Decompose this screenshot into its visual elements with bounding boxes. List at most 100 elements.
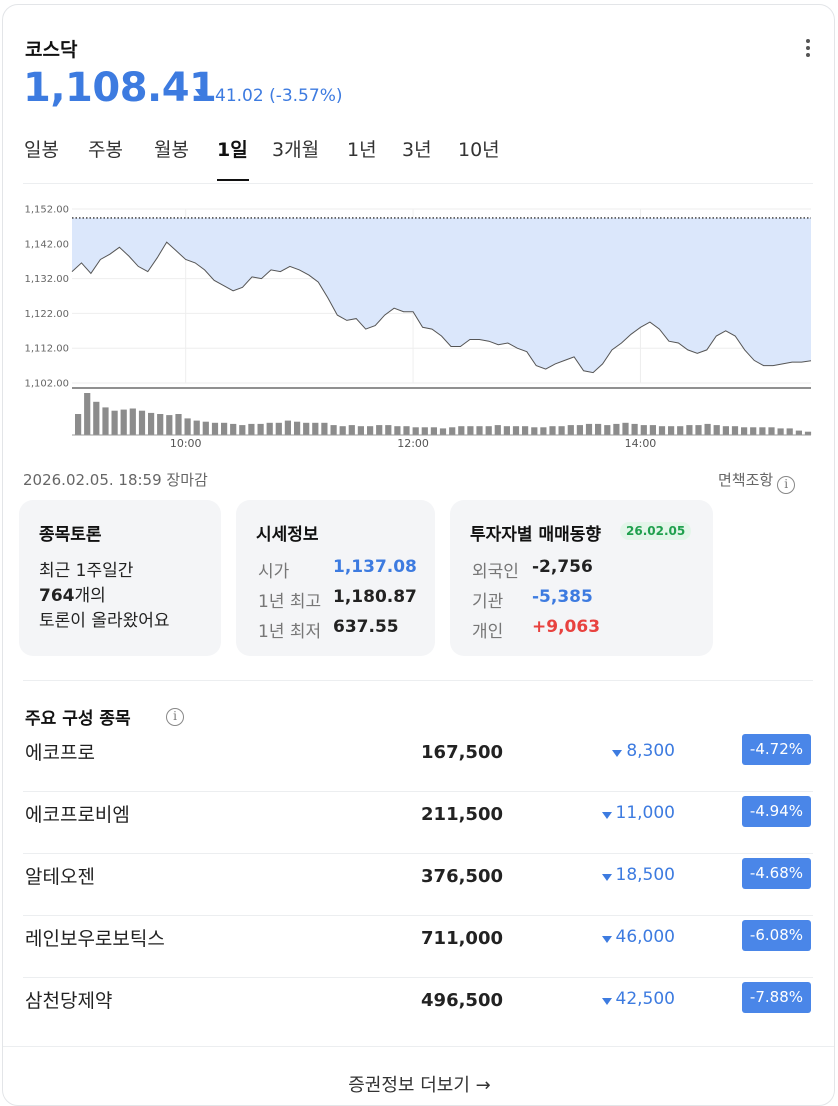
- volume-bar: [138, 410, 146, 435]
- index-title: 코스닥: [25, 39, 78, 61]
- volume-bar: [795, 430, 802, 435]
- intraday-chart[interactable]: 1,152.00 1,142.00 1,132.00 1,122.00 1,112.00…: [3, 195, 835, 447]
- tab-weekly-candle[interactable]: 주봉: [88, 135, 123, 162]
- arrow-right-icon: →: [475, 1075, 491, 1096]
- tabs-divider: [23, 183, 813, 184]
- individual-value: +9,063: [532, 617, 601, 637]
- volume-bar: [485, 426, 492, 435]
- volume-bar: [558, 426, 565, 435]
- more-securities-link[interactable]: 증권정보 더보기 →: [3, 1071, 834, 1097]
- volume-bar: [731, 426, 739, 435]
- y-tick-label: 1,102.00: [24, 379, 69, 390]
- stock-change-pct: -7.88%: [741, 982, 811, 1013]
- volume-bar: [494, 425, 501, 435]
- discussion-line3: 토론이 올라왔어요: [39, 611, 170, 631]
- stock-name: 레인보우로보틱스: [25, 928, 165, 950]
- tab-monthly-candle[interactable]: 월봉: [154, 135, 189, 162]
- index-price: 1,108.41: [23, 65, 217, 111]
- discussion-count-line: 764개의: [39, 581, 106, 606]
- volume-bar: [266, 422, 273, 435]
- volume-bar: [367, 426, 374, 435]
- tab-1day[interactable]: 1일: [217, 135, 248, 162]
- tab-daily-candle[interactable]: 일봉: [24, 135, 59, 162]
- stock-change-pct: -4.72%: [741, 734, 811, 765]
- stock-change-pct: -4.94%: [741, 796, 811, 827]
- institution-label: 기관: [472, 592, 504, 612]
- trend-date-badge: 26.02.05: [620, 522, 692, 540]
- active-tab-indicator: [217, 179, 249, 181]
- volume-bar: [166, 415, 173, 435]
- kosdaq-card: 코스닥 1,108.41 41.02 (-3.57%) 일봉 주봉 월봉 1일 …: [2, 4, 835, 1106]
- volume-bar: [768, 427, 775, 435]
- volume-bar: [348, 425, 355, 435]
- volume-bar: [148, 412, 155, 435]
- components-info-icon[interactable]: i: [166, 708, 184, 726]
- x-tick-label: 12:00: [397, 437, 429, 447]
- index-change: 41.02 (-3.57%): [215, 86, 343, 106]
- volume-bar: [512, 426, 520, 435]
- down-arrow-icon: [602, 998, 612, 1005]
- volume-bar: [357, 426, 364, 435]
- down-arrow-icon: [602, 874, 612, 881]
- foreign-label: 외국인: [472, 562, 519, 582]
- more-securities-label: 증권정보 더보기: [348, 1075, 470, 1096]
- volume-bar: [622, 422, 629, 435]
- stock-row-0[interactable]: 에코프로 167,500 8,300 -4.72%: [23, 730, 813, 792]
- more-options-icon[interactable]: [803, 39, 813, 61]
- stock-price: 711,000: [421, 928, 503, 949]
- stock-row-1[interactable]: 에코프로비엠 211,500 11,000 -4.94%: [23, 792, 813, 854]
- volume-bar: [221, 422, 228, 435]
- volume-bar: [412, 427, 419, 435]
- y-tick-label: 1,142.00: [24, 239, 69, 250]
- tab-1year[interactable]: 1년: [347, 135, 377, 162]
- volume-bar: [759, 427, 766, 435]
- stock-row-2[interactable]: 알테오젠 376,500 18,500 -4.68%: [23, 854, 813, 916]
- stock-price: 496,500: [421, 990, 503, 1011]
- volume-bar: [476, 426, 483, 435]
- tab-10year[interactable]: 10년: [458, 135, 500, 162]
- investor-trend-card[interactable]: 투자자별 매매동향 26.02.05 외국인 -2,756 기관 -5,385 …: [450, 500, 713, 656]
- volume-bar: [704, 423, 711, 435]
- stock-change: 11,000: [615, 803, 675, 823]
- volume-bar: [376, 425, 383, 435]
- stock-row-3[interactable]: 레인보우로보틱스 711,000 46,000 -6.08%: [23, 916, 813, 978]
- volume-bar: [184, 418, 191, 435]
- down-arrow-icon: [195, 89, 205, 96]
- y-tick-label: 1,132.00: [24, 274, 69, 285]
- volume-bar: [421, 427, 428, 435]
- price-area: [72, 217, 811, 373]
- volume-bar: [686, 425, 693, 435]
- down-arrow-icon: [602, 936, 612, 943]
- discussion-count-suffix: 개의: [74, 586, 106, 606]
- disclaimer-label: 면책조항: [718, 471, 774, 489]
- stock-row-4[interactable]: 삼천당제약 496,500 42,500 -7.88%: [23, 978, 813, 1040]
- tab-3year[interactable]: 3년: [402, 135, 432, 162]
- volume-bar: [585, 423, 593, 435]
- volume-bar: [102, 407, 109, 435]
- quote-info-title: 시세정보: [256, 525, 319, 545]
- volume-bar: [567, 425, 574, 435]
- volume-bar: [467, 426, 474, 435]
- stock-name: 알테오젠: [25, 866, 95, 888]
- section-divider: [23, 680, 813, 681]
- volume-bar: [294, 421, 301, 435]
- disclaimer-link[interactable]: 면책조항 i: [718, 469, 796, 494]
- y-tick-label: 1,122.00: [24, 309, 69, 320]
- volume-bar: [713, 425, 720, 435]
- stock-change-pct: -6.08%: [741, 920, 811, 951]
- volume-bar: [649, 425, 656, 435]
- stock-change: 18,500: [615, 865, 675, 885]
- foreign-value: -2,756: [532, 557, 593, 577]
- volume-bar: [695, 425, 702, 435]
- volume-bar: [339, 426, 346, 435]
- volume-bar: [777, 428, 784, 435]
- investor-trend-title: 투자자별 매매동향: [470, 525, 602, 545]
- institution-value: -5,385: [532, 587, 593, 607]
- volume-bar: [449, 427, 456, 435]
- year-low-value: 637.55: [333, 617, 399, 637]
- stock-price: 376,500: [421, 866, 503, 887]
- tab-3month[interactable]: 3개월: [272, 135, 319, 162]
- stock-change: 46,000: [615, 927, 675, 947]
- discussion-card[interactable]: 종목토론 최근 1주일간 764개의 토론이 올라왔어요: [19, 500, 221, 656]
- volume-bar: [239, 425, 246, 435]
